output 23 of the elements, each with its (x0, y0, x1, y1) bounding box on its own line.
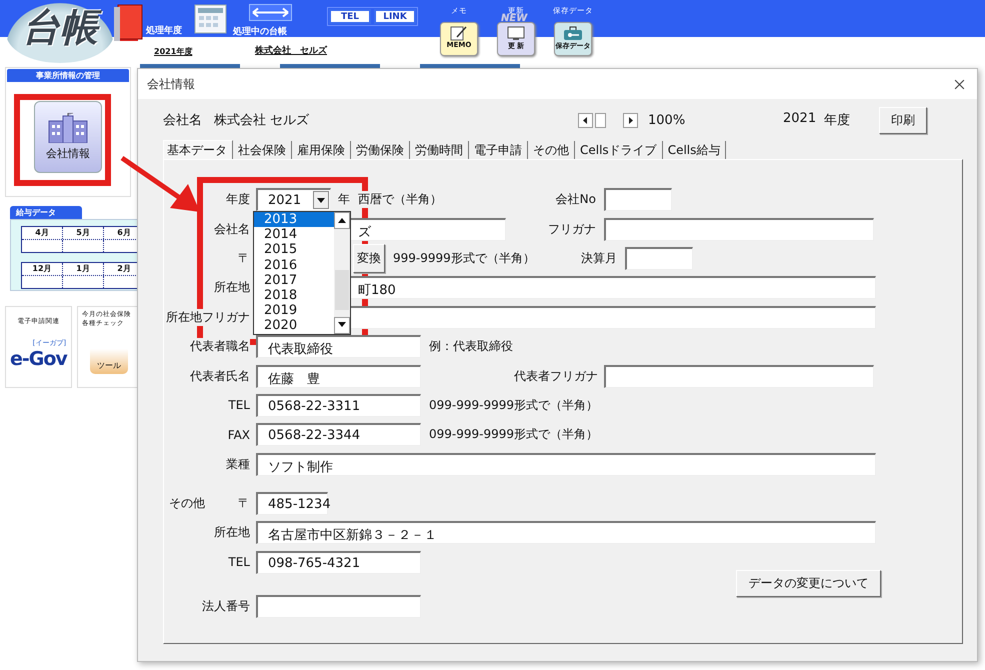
field-label: FAX (228, 428, 250, 442)
year-value: 2021 (783, 111, 816, 128)
ledger-value: 株式会社 セルズ (255, 45, 327, 57)
new-label: NEW (501, 13, 528, 24)
ledger-label: 処理中の台帳 (233, 25, 287, 38)
field-label: 所在地フリガナ (166, 308, 250, 326)
field-label: 代表者フリガナ (514, 368, 596, 385)
field-label: 会社名 (214, 220, 250, 238)
zoom-value: 100% (648, 112, 686, 128)
year-unit: 年度 (824, 112, 850, 129)
section-title: 事業所情報の管理 (7, 69, 129, 82)
year-label: 処理年度 (146, 24, 182, 37)
section-title: 給与データ (10, 206, 82, 219)
field-label: 会社No (554, 191, 596, 208)
field-label: 代表者氏名 (190, 368, 250, 385)
field-label: フリガナ (547, 220, 596, 238)
year-value: 2021年度 (154, 46, 192, 57)
company-label: 会社名 (163, 112, 202, 129)
field-label: 決算月 (580, 250, 617, 267)
app-logo: 台帳 (6, 3, 114, 63)
egov-logo: e-Gov (10, 348, 67, 370)
window-title: 会社情報 (147, 76, 195, 92)
company-name: 株式会社 セルズ (214, 112, 310, 129)
